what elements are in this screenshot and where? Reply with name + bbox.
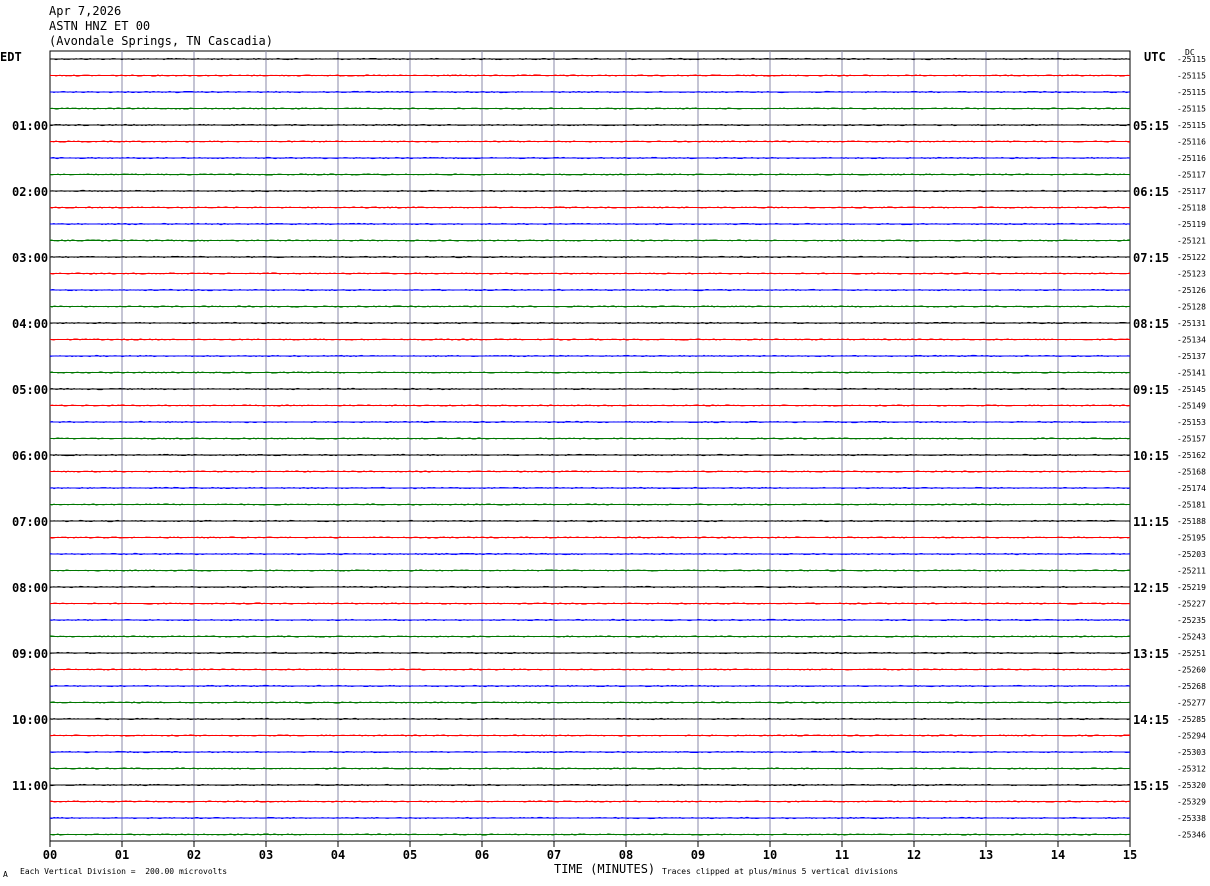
x-tick-label: 13 [979, 848, 993, 862]
left-hour-label: 02:00 [12, 185, 48, 199]
x-tick-label: 04 [331, 848, 345, 862]
dc-offset-label: -25137 [1177, 352, 1206, 361]
dc-offset-label: -25243 [1177, 633, 1206, 642]
dc-offset-label: -25134 [1177, 336, 1206, 345]
dc-offset-label: -25235 [1177, 616, 1206, 625]
dc-offset-label: -25277 [1177, 699, 1206, 708]
dc-offset-label: -25153 [1177, 418, 1206, 427]
x-tick-label: 06 [475, 848, 489, 862]
x-axis-title: TIME (MINUTES) [554, 862, 656, 876]
dc-offset-label: -25126 [1177, 286, 1206, 295]
x-tick-label: 08 [619, 848, 633, 862]
dc-offset-label: -25294 [1177, 732, 1206, 741]
right-hour-label: 09:15 [1133, 383, 1169, 397]
dc-offset-label: -25251 [1177, 649, 1206, 658]
dc-offset-label: -25141 [1177, 369, 1206, 378]
dc-offset-label: -25346 [1177, 831, 1206, 840]
dc-offset-label: -25121 [1177, 237, 1206, 246]
dc-offset-label: -25157 [1177, 435, 1206, 444]
dc-offset-label: -25123 [1177, 270, 1206, 279]
left-hour-label: 11:00 [12, 779, 48, 793]
x-tick-label: 00 [43, 848, 57, 862]
dc-offset-label: -25119 [1177, 220, 1206, 229]
left-hour-label: 03:00 [12, 251, 48, 265]
trace-noise [49, 536, 1131, 539]
dc-offset-label: -25115 [1177, 105, 1206, 114]
dc-offset-label: -25116 [1177, 154, 1206, 163]
x-tick-label: 05 [403, 848, 417, 862]
dc-offset-label: -25285 [1177, 715, 1206, 724]
dc-offset-label: -25131 [1177, 319, 1206, 328]
x-tick-label: 10 [763, 848, 777, 862]
dc-offset-label: -25145 [1177, 385, 1206, 394]
dc-offset-label: -25195 [1177, 534, 1206, 543]
dc-offset-label: -25117 [1177, 171, 1206, 180]
dc-offset-label: -25115 [1177, 72, 1206, 81]
left-hour-label: 10:00 [12, 713, 48, 727]
left-hour-label: 09:00 [12, 647, 48, 661]
corner-mark: A [3, 870, 8, 879]
dc-offset-label: -25338 [1177, 814, 1206, 823]
dc-offset-label: -25174 [1177, 484, 1206, 493]
dc-offset-label: -25122 [1177, 253, 1206, 262]
right-hour-label: 15:15 [1133, 779, 1169, 793]
plot-frame [49, 50, 1131, 842]
left-hour-label: 06:00 [12, 449, 48, 463]
x-tick-label: 07 [547, 848, 561, 862]
right-hour-label: 13:15 [1133, 647, 1169, 661]
dc-offset-label: -25211 [1177, 567, 1206, 576]
dc-offset-label: -25329 [1177, 798, 1206, 807]
dc-offset-label: -25219 [1177, 583, 1206, 592]
dc-offset-label: -25260 [1177, 666, 1206, 675]
dc-offset-label: -25227 [1177, 600, 1206, 609]
dc-offset-label: -25162 [1177, 451, 1206, 460]
x-tick-label: 03 [259, 848, 273, 862]
trace-noise [49, 255, 1131, 259]
dc-offset-label: -25115 [1177, 88, 1206, 97]
dc-offset-label: -25203 [1177, 550, 1206, 559]
dc-offset-label: -25320 [1177, 781, 1206, 790]
left-hour-label: 04:00 [12, 317, 48, 331]
clip-note: Traces clipped at plus/minus 5 vertical … [662, 867, 899, 876]
right-hour-label: 05:15 [1133, 119, 1169, 133]
x-tick-label: 15 [1123, 848, 1137, 862]
dc-offset-label: -25181 [1177, 501, 1206, 510]
right-hour-label: 08:15 [1133, 317, 1169, 331]
dc-offset-label: -25118 [1177, 204, 1206, 213]
dc-offset-label: -25303 [1177, 748, 1206, 757]
dc-offset-label: -25128 [1177, 303, 1206, 312]
x-tick-label: 12 [907, 848, 921, 862]
x-tick-label: 02 [187, 848, 201, 862]
helicorder-plot: -25115 -25115 -25115 -25115 -25115 -25116 -251… [12, 50, 1206, 862]
trace-noise [49, 552, 1131, 556]
right-hour-label: 14:15 [1133, 713, 1169, 727]
dc-offset-label: -25268 [1177, 682, 1206, 691]
x-tick-label: 01 [115, 848, 129, 862]
dc-offset-label: -25116 [1177, 138, 1206, 147]
x-tick-label: 11 [835, 848, 849, 862]
dc-offset-label: -25115 [1177, 55, 1206, 64]
left-hour-label: 08:00 [12, 581, 48, 595]
dc-offset-label: -25312 [1177, 765, 1206, 774]
right-hour-label: 10:15 [1133, 449, 1169, 463]
x-tick-label: 14 [1051, 848, 1065, 862]
x-tick-label: 09 [691, 848, 705, 862]
right-hour-label: 06:15 [1133, 185, 1169, 199]
dc-offset-label: -25168 [1177, 468, 1206, 477]
dc-offset-label: -25115 [1177, 121, 1206, 130]
dc-offset-label: -25188 [1177, 517, 1206, 526]
dc-offset-label: -25117 [1177, 187, 1206, 196]
scale-note: Each Vertical Division = 200.00 microvol… [20, 867, 228, 876]
left-hour-label: 07:00 [12, 515, 48, 529]
left-hour-label: 05:00 [12, 383, 48, 397]
right-hour-label: 07:15 [1133, 251, 1169, 265]
dc-offset-label: -25149 [1177, 402, 1206, 411]
right-hour-label: 12:15 [1133, 581, 1169, 595]
trace-noise [49, 74, 1131, 77]
left-hour-label: 01:00 [12, 119, 48, 133]
right-hour-label: 11:15 [1133, 515, 1169, 529]
